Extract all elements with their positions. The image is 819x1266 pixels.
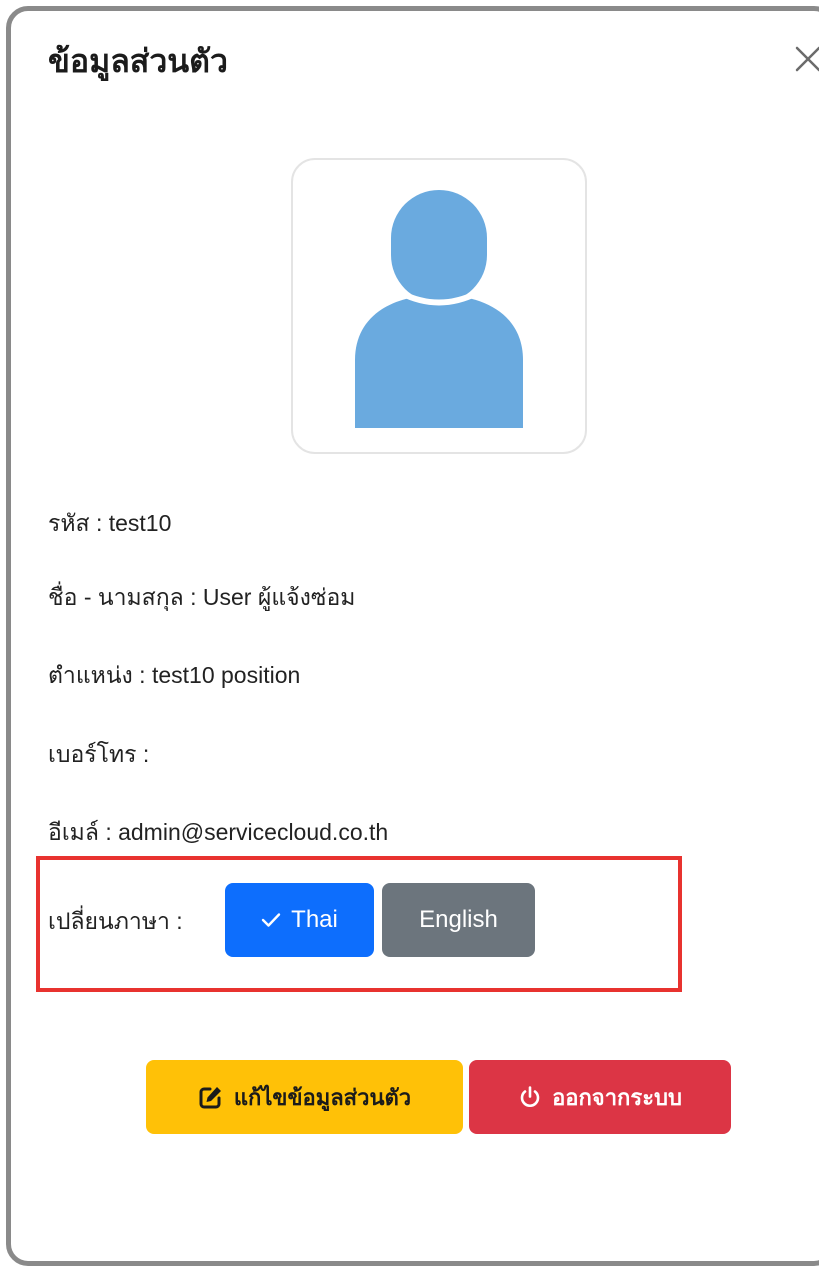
user-avatar-icon: [355, 190, 523, 428]
avatar: [291, 158, 587, 454]
edit-profile-label: แก้ไขข้อมูลส่วนตัว: [233, 1084, 412, 1110]
logout-label: ออกจากระบบ: [552, 1084, 682, 1110]
close-button[interactable]: [793, 44, 819, 74]
language-thai-label: Thai: [291, 906, 338, 933]
language-label: เปลี่ยนภาษา :: [48, 908, 183, 934]
edit-profile-button[interactable]: แก้ไขข้อมูลส่วนตัว: [146, 1060, 463, 1134]
user-position: ตำแหน่ง : test10 position: [48, 662, 301, 688]
close-icon: [795, 46, 819, 72]
user-phone: เบอร์โทร :: [48, 741, 150, 767]
modal-title: ข้อมูลส่วนตัว: [48, 43, 228, 79]
language-english-button[interactable]: English: [382, 883, 535, 957]
language-english-label: English: [419, 906, 498, 933]
power-icon: [520, 1086, 540, 1107]
edit-icon: [199, 1087, 221, 1109]
user-code: รหัส : test10: [48, 510, 172, 536]
user-full-name: ชื่อ - นามสกุล : User ผู้แจ้งซ่อม: [48, 584, 356, 610]
user-email: อีเมล์ : admin@servicecloud.co.th: [48, 819, 389, 845]
language-thai-button[interactable]: Thai: [225, 883, 374, 957]
logout-button[interactable]: ออกจากระบบ: [469, 1060, 731, 1134]
check-icon: [261, 913, 281, 927]
